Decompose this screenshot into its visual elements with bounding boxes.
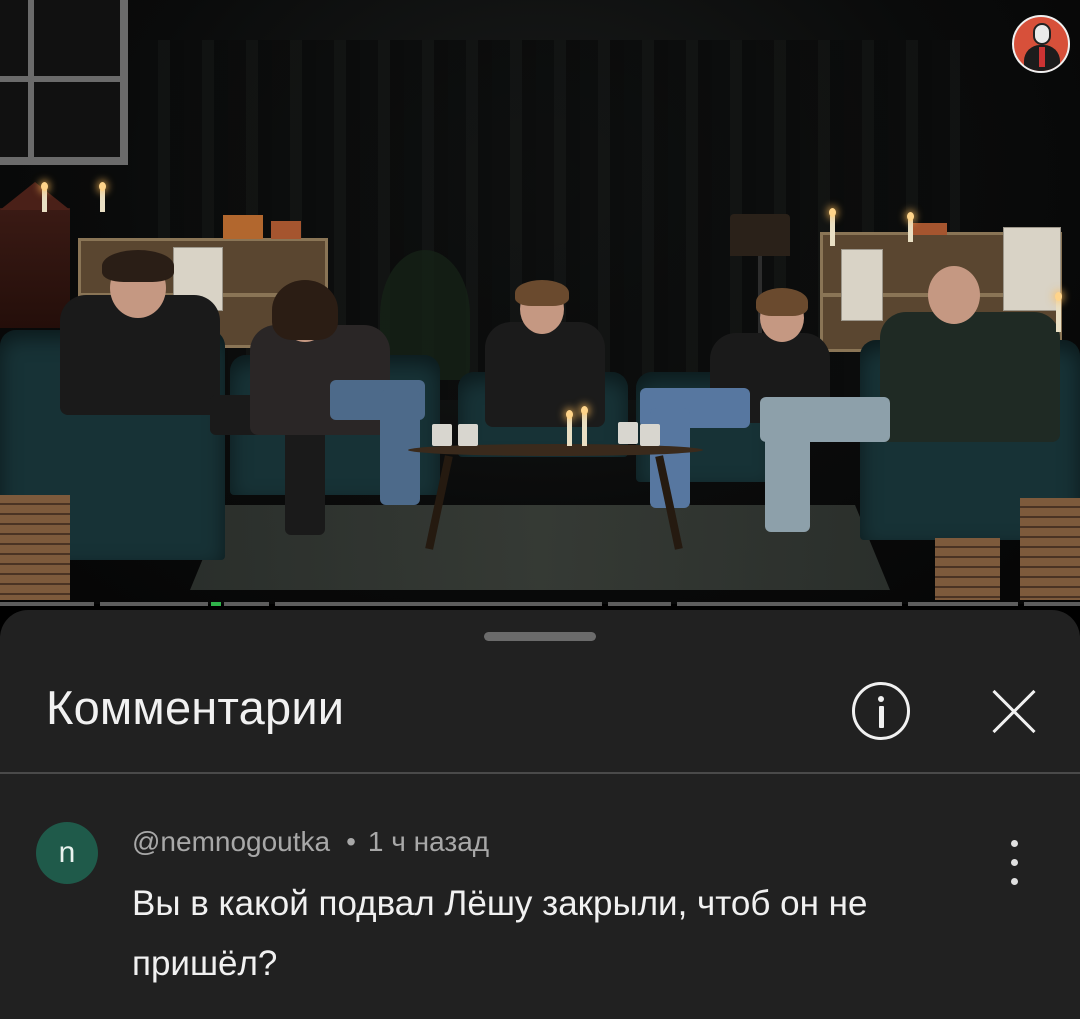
- video-player[interactable]: [0, 0, 1080, 604]
- comments-sheet: Комментарии n @nemnogoutka • 1 ч назад Вы …: [0, 610, 1080, 1019]
- channel-watermark[interactable]: [1012, 15, 1070, 73]
- decorative-window: [0, 0, 128, 165]
- book-stack: [1020, 498, 1080, 600]
- comment-time: 1 ч назад: [367, 826, 490, 857]
- avatar-letter: n: [58, 836, 76, 869]
- mug: [432, 424, 452, 446]
- candle: [829, 208, 836, 246]
- book-stack: [935, 538, 1000, 600]
- comment-item: n @nemnogoutka • 1 ч назад Вы в какой подв…: [0, 774, 1080, 1019]
- candle: [99, 182, 106, 212]
- candle: [1055, 292, 1062, 332]
- close-icon[interactable]: [988, 686, 1040, 738]
- more-options-icon[interactable]: [996, 836, 1032, 890]
- candle: [41, 182, 48, 212]
- mug: [640, 424, 660, 446]
- sheet-drag-handle[interactable]: [484, 632, 596, 641]
- candle: [907, 212, 914, 242]
- meta-separator: •: [346, 826, 356, 857]
- sheet-title: Комментарии: [46, 681, 345, 734]
- info-icon[interactable]: [852, 682, 910, 740]
- microphone-icon: [1033, 23, 1051, 45]
- book-stack: [0, 495, 70, 600]
- candle: [566, 410, 573, 446]
- avatar[interactable]: n: [36, 822, 98, 884]
- comment-meta: @nemnogoutka • 1 ч назад: [132, 826, 489, 858]
- person-center: [475, 280, 625, 440]
- floor-lamp: [730, 214, 790, 256]
- comment-author[interactable]: @nemnogoutka: [132, 826, 330, 857]
- candle: [581, 406, 588, 446]
- comment-text: Вы в какой подвал Лёшу закрыли, чтоб он …: [132, 884, 868, 983]
- progress-scrubber[interactable]: [211, 602, 221, 606]
- mug: [458, 424, 478, 446]
- mug: [618, 422, 638, 444]
- person-center-left: [240, 280, 460, 520]
- video-progress-bar[interactable]: [0, 602, 1080, 607]
